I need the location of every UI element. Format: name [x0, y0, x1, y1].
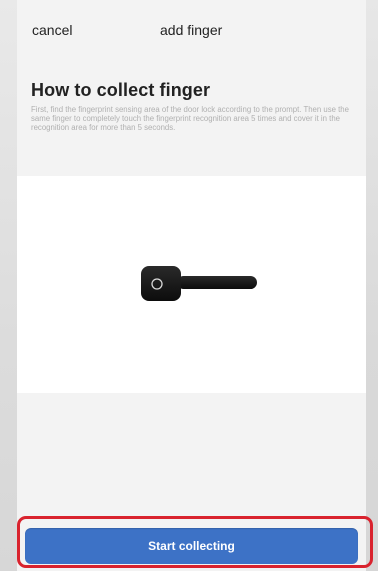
- cancel-button[interactable]: cancel: [32, 22, 72, 38]
- door-lock-handle-icon: [141, 266, 257, 301]
- add-finger-screen: cancel add finger How to collect finger …: [17, 0, 366, 571]
- illustration-area: [17, 176, 366, 393]
- instructions-description: First, find the fingerprint sensing area…: [31, 105, 349, 132]
- page-title: add finger: [160, 22, 223, 38]
- background-right-margin: [366, 0, 378, 571]
- background-left-margin: [0, 0, 17, 571]
- highlight-box: [17, 516, 373, 568]
- instructions-heading: How to collect finger: [31, 80, 211, 100]
- top-bar: cancel add finger: [17, 0, 366, 62]
